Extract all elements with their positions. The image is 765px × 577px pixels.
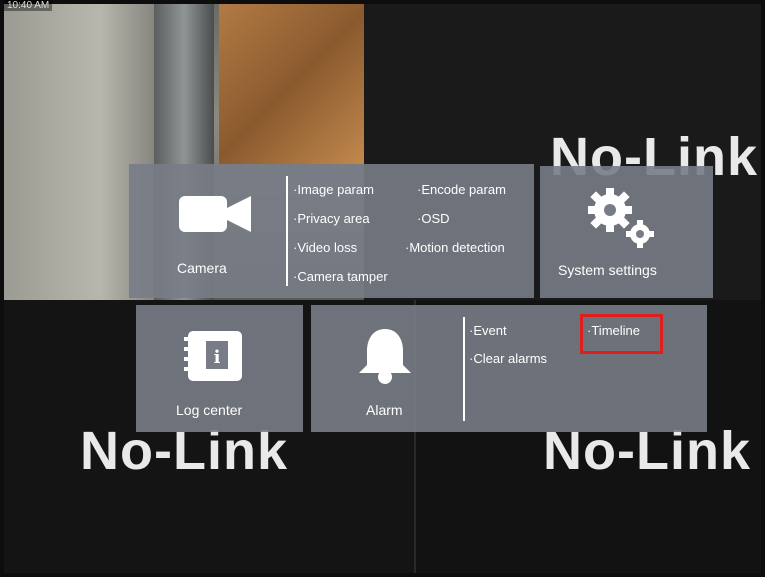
- feed-wood-panel: [219, 4, 369, 164]
- menu-item-encode-param[interactable]: ·Encode param: [417, 182, 506, 197]
- alarm-label: Alarm: [366, 402, 403, 418]
- video-camera-icon: [179, 196, 251, 232]
- bell-icon: [359, 329, 411, 384]
- notebook-icon: i: [184, 331, 242, 381]
- menu-item-video-loss[interactable]: ·Video loss: [293, 240, 357, 255]
- system-settings-label: System settings: [558, 262, 657, 278]
- menu-item-clear-alarms[interactable]: ·Clear alarms: [469, 351, 547, 366]
- log-center-tile[interactable]: i Log center: [136, 305, 303, 432]
- feed-timestamp: 10:40 AM: [4, 0, 53, 11]
- menu-item-event[interactable]: ·Event: [469, 323, 507, 338]
- timeline-highlight-box: [580, 314, 663, 354]
- system-settings-tile[interactable]: System settings: [540, 166, 713, 298]
- menu-item-privacy-area[interactable]: ·Privacy area: [293, 211, 370, 226]
- camera-label: Camera: [177, 260, 227, 276]
- menu-separator: [463, 317, 465, 421]
- menu-item-osd[interactable]: ·OSD: [417, 211, 450, 226]
- menu-item-motion-detection[interactable]: ·Motion detection: [405, 240, 505, 255]
- menu-item-image-param[interactable]: ·Image param: [293, 182, 374, 197]
- menu-separator: [286, 176, 288, 286]
- log-center-label: Log center: [176, 402, 243, 418]
- menu-item-camera-tamper[interactable]: ·Camera tamper: [293, 269, 388, 284]
- svg-text:i: i: [214, 347, 221, 368]
- gears-icon: [588, 188, 654, 248]
- camera-tile[interactable]: Camera ·Image param ·Encode param ·Priva…: [129, 164, 534, 298]
